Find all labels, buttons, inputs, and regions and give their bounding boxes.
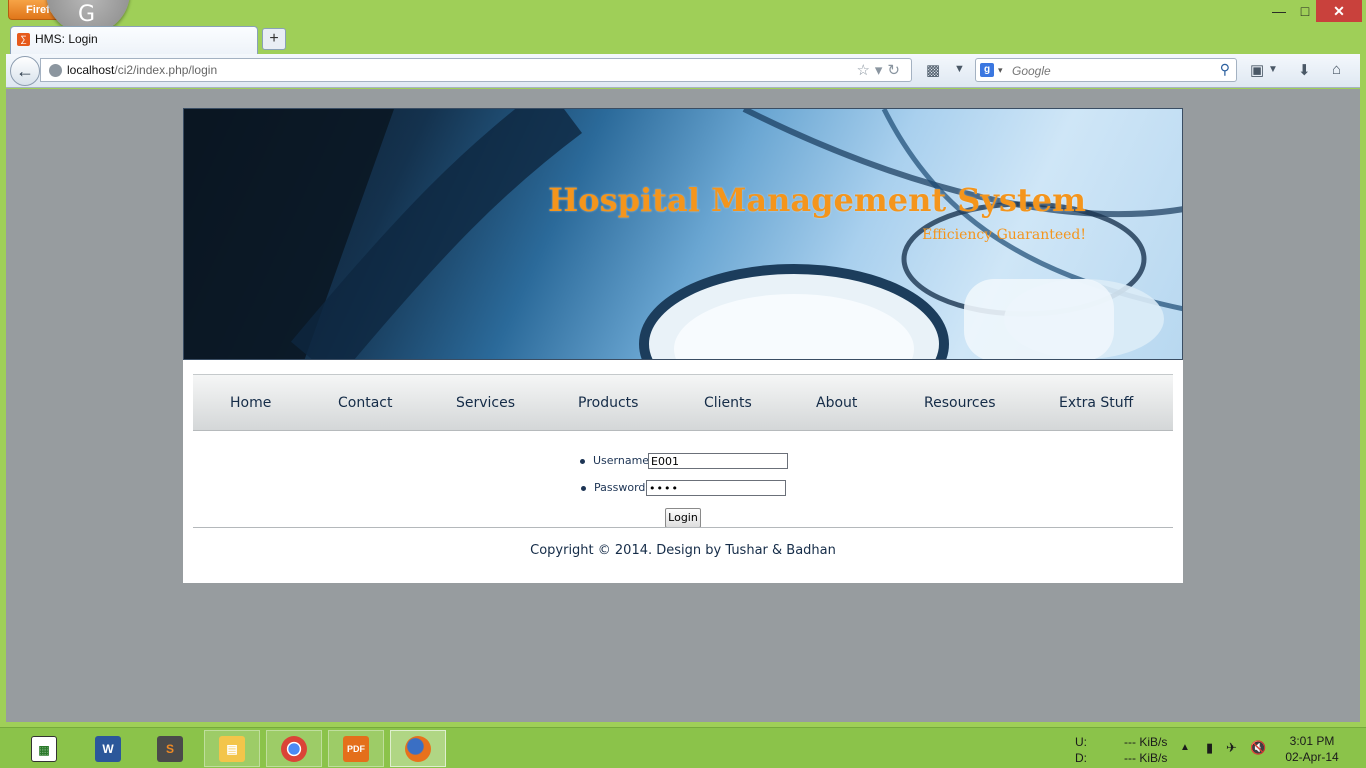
upload-label: U: <box>1075 735 1087 749</box>
taskbar-app-pdf[interactable]: PDF <box>328 730 384 767</box>
bookmarks-menu-icon[interactable]: ▣ <box>1250 61 1264 79</box>
site-container: Hospital Management System Efficiency Gu… <box>183 108 1183 583</box>
globe-icon <box>49 64 62 77</box>
download-label: D: <box>1075 751 1087 765</box>
download-rate: --- KiB/s <box>1124 751 1168 765</box>
taskbar-app-explorer[interactable]: ▤ <box>204 730 260 767</box>
taskbar-app-firefox[interactable] <box>390 730 446 767</box>
menu-item-home[interactable]: Home <box>230 395 271 411</box>
history-dropdown-icon[interactable]: ▾ <box>875 62 888 79</box>
password-row: Password: <box>581 481 649 494</box>
menu-item-clients[interactable]: Clients <box>704 395 752 411</box>
main-menu: Home Contact Services Products Clients A… <box>193 374 1173 431</box>
bookmarks-dropdown-icon[interactable]: ▼ <box>1268 64 1278 75</box>
folder-icon: ▤ <box>219 735 245 762</box>
password-label: Password: <box>594 481 650 494</box>
show-hidden-icons-icon[interactable]: ▲ <box>1180 742 1190 753</box>
window-titlebar: Firefox G — □ ✕ <box>0 0 1366 34</box>
taskbar-app-chrome[interactable] <box>266 730 322 767</box>
taskbar-app-spreadsheet[interactable]: ▦ <box>16 730 72 767</box>
bullet-icon <box>580 458 585 464</box>
menu-item-products[interactable]: Products <box>578 395 638 411</box>
clock-time: 3:01 PM <box>1289 734 1335 748</box>
page-viewport: Hospital Management System Efficiency Gu… <box>6 89 1360 722</box>
google-engine-icon[interactable]: g <box>980 63 994 77</box>
username-row: Username: <box>580 454 653 467</box>
tab-hms-login[interactable]: ∑ HMS: Login <box>10 26 258 54</box>
login-button[interactable]: Login <box>665 508 701 528</box>
chart-app-icon: ▦ <box>31 735 57 762</box>
site-title: Hospital Management System <box>548 181 1086 219</box>
taskbar-app-sublime[interactable]: S <box>142 730 198 767</box>
search-bar[interactable]: g ▾ Google ⚲ <box>975 58 1237 82</box>
back-button[interactable]: ← <box>10 56 40 86</box>
username-input[interactable]: E001 <box>648 453 788 469</box>
bookmark-star-icon[interactable]: ☆ <box>856 62 874 79</box>
username-label: Username: <box>593 454 653 467</box>
bullet-icon <box>581 485 586 491</box>
volume-muted-icon[interactable]: 🔇 <box>1250 740 1266 756</box>
net-rates: --- KiB/s --- KiB/s <box>1124 734 1167 766</box>
system-clock[interactable]: 3:01 PM 02-Apr-14 <box>1272 733 1352 765</box>
word-icon: W <box>95 735 121 762</box>
chrome-icon <box>281 735 307 762</box>
addon-dropdown-icon[interactable]: ▼ <box>954 63 965 75</box>
menu-item-contact[interactable]: Contact <box>338 395 392 411</box>
navigation-toolbar: ← localhost/ci2/index.php/login ☆▾↻ ▩ ▼ … <box>6 54 1360 88</box>
url-text[interactable]: localhost/ci2/index.php/login <box>67 63 217 77</box>
tab-title: HMS: Login <box>35 32 98 46</box>
home-icon[interactable]: ⌂ <box>1332 61 1341 78</box>
downloads-icon[interactable]: ⬇ <box>1298 61 1311 79</box>
airplane-mode-icon[interactable]: ✈ <box>1226 740 1237 756</box>
addon-block-icon[interactable]: ▩ <box>926 61 940 79</box>
firefox-icon <box>405 735 431 762</box>
close-button[interactable]: ✕ <box>1316 0 1362 22</box>
tab-strip: ∑ HMS: Login + <box>0 26 1366 54</box>
password-input[interactable]: •••• <box>646 480 786 496</box>
menu-item-resources[interactable]: Resources <box>924 395 996 411</box>
reload-icon[interactable]: ↻ <box>887 62 905 79</box>
copyright-text: Copyright © 2014. Design by Tushar & Bad… <box>530 543 836 558</box>
new-tab-button[interactable]: + <box>262 28 286 50</box>
menu-item-extra-stuff[interactable]: Extra Stuff <box>1059 395 1133 411</box>
menu-item-about[interactable]: About <box>816 395 857 411</box>
battery-icon[interactable]: ▮ <box>1206 740 1213 756</box>
windows-taskbar: ▦ W S ▤ PDF U: D: --- KiB/s --- KiB/s ▲ … <box>0 727 1366 768</box>
search-placeholder: Google <box>1012 64 1051 78</box>
xampp-favicon-icon: ∑ <box>17 33 30 46</box>
net-labels: U: D: <box>1075 734 1087 766</box>
engine-dropdown-icon[interactable]: ▾ <box>998 65 1003 76</box>
url-bar[interactable]: localhost/ci2/index.php/login ☆▾↻ <box>40 58 912 82</box>
search-go-icon[interactable]: ⚲ <box>1220 61 1230 78</box>
clock-date: 02-Apr-14 <box>1285 750 1339 764</box>
footer-divider <box>193 527 1173 528</box>
menu-item-services[interactable]: Services <box>456 395 515 411</box>
site-subtitle: Efficiency Guaranteed! <box>922 227 1086 243</box>
upload-rate: --- KiB/s <box>1124 735 1168 749</box>
pdf-icon: PDF <box>343 735 369 762</box>
taskbar-app-word[interactable]: W <box>80 730 136 767</box>
sublime-text-icon: S <box>157 735 183 762</box>
header-banner: Hospital Management System Efficiency Gu… <box>183 108 1183 360</box>
